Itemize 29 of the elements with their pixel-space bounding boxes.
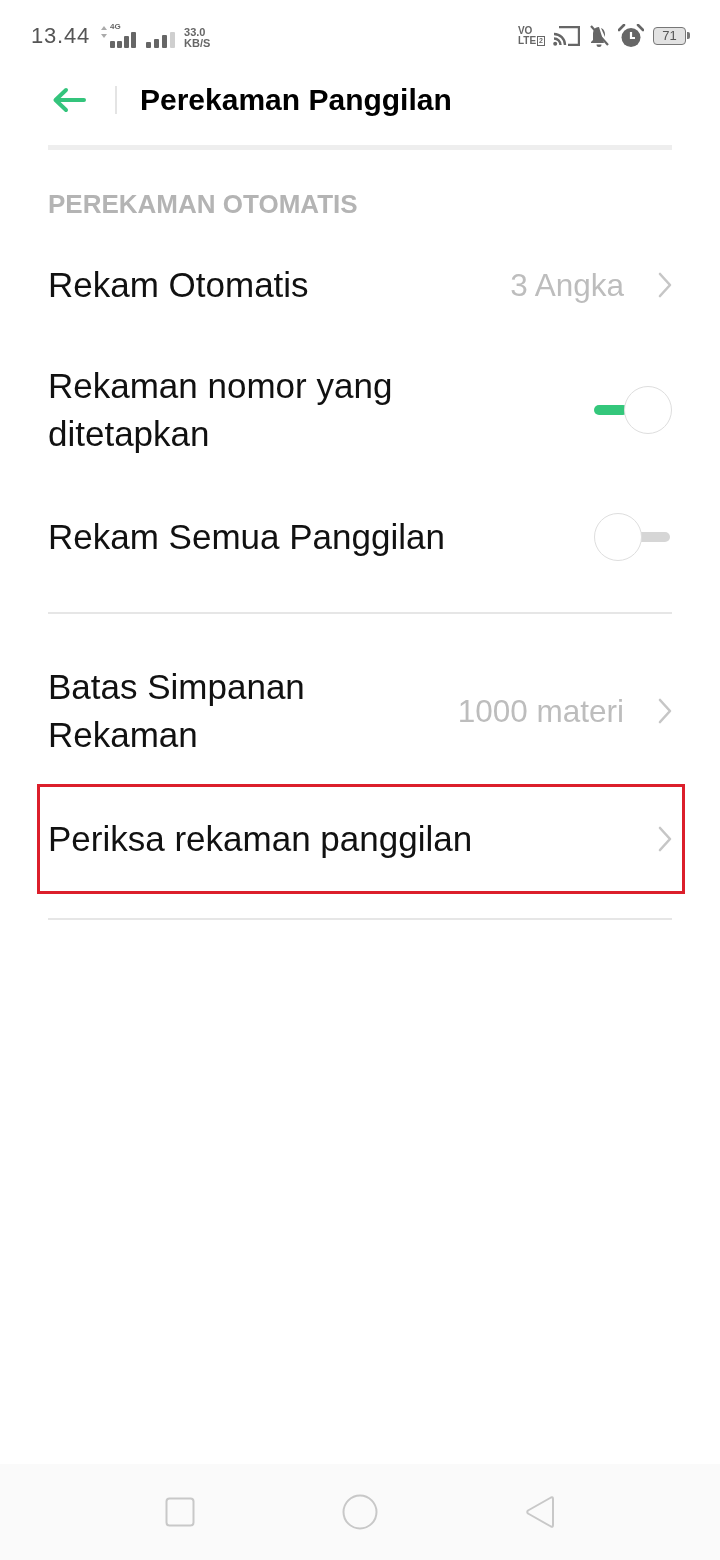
setting-label[interactable]: Batas Simpanan Rekaman [48,663,448,759]
volte-label: VO [517,26,534,36]
data-arrows-icon [101,26,108,38]
home-icon[interactable] [342,1494,378,1530]
speed-unit: KB/S [184,38,211,49]
alarm-clock-icon [618,24,644,48]
cast-icon [553,26,580,46]
chevron-right-icon [658,698,672,724]
network-type-label: 4G [110,22,121,31]
back-arrow-icon[interactable] [52,87,86,113]
bell-off-icon [589,25,609,47]
setting-label[interactable]: Periksa rekaman panggilan [48,815,473,863]
setting-label[interactable]: Rekaman nomor yang ditetapkan [48,362,448,458]
clock-time: 13.44 [31,23,91,49]
toggle-switch[interactable] [594,513,672,561]
setting-value: 1000 materi [457,692,624,730]
chevron-right-icon [658,826,672,852]
setting-value: 3 Angka [510,266,624,304]
page-title: Perekaman Panggilan [140,83,452,117]
setting-label[interactable]: Rekam Semua Panggilan [48,513,445,561]
volte-label: LTE [517,36,537,46]
chevron-right-icon [658,272,672,298]
toggle-switch[interactable] [594,386,672,434]
back-icon[interactable] [525,1495,555,1529]
signal-bars-icon [110,32,139,48]
recent-apps-icon[interactable] [165,1497,195,1527]
setting-label[interactable]: Rekam Otomatis [48,261,309,309]
section-header: PEREKAMAN OTOMATIS [48,188,359,221]
speed-value: 33.0 [184,27,207,38]
